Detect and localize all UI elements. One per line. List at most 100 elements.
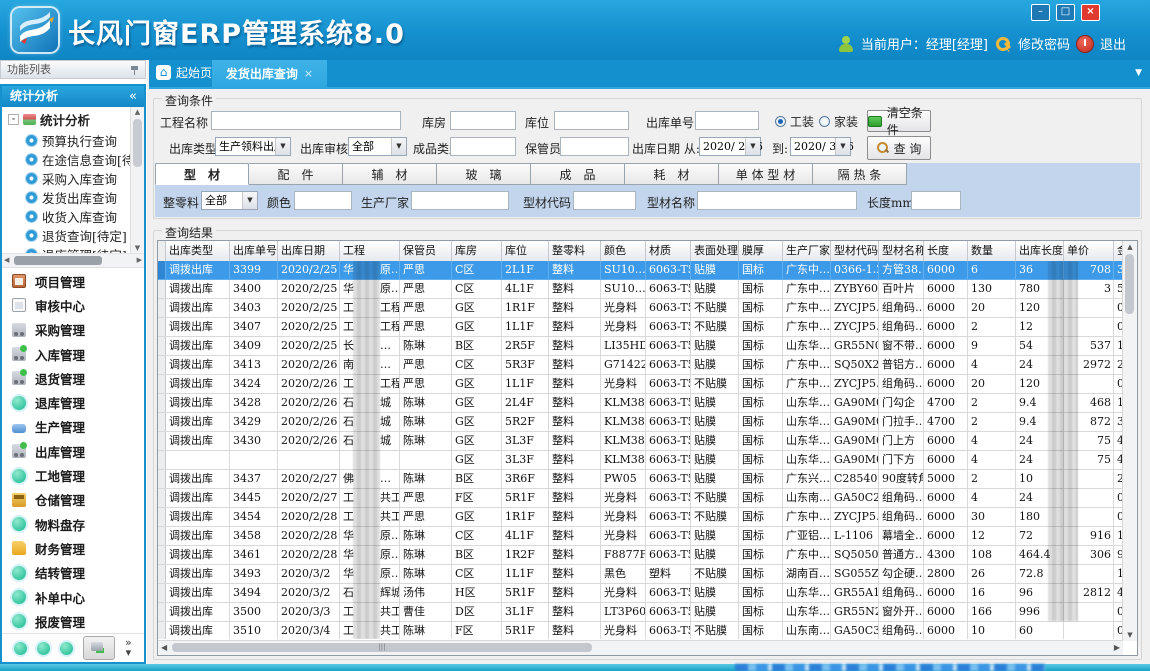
tab-home[interactable]: ⌂ 起始页 xyxy=(156,64,212,81)
column-header[interactable]: 长度 xyxy=(924,241,968,261)
chevron-down-icon[interactable]: ▼ xyxy=(745,138,760,155)
column-header[interactable]: 颜色 xyxy=(601,241,646,261)
scroll-down-icon[interactable]: ▼ xyxy=(131,244,144,252)
sidebar-group[interactable]: 报废管理 xyxy=(2,609,144,633)
tree-horizontal-scrollbar[interactable]: ◀ ▶ xyxy=(2,254,144,268)
table-row[interactable]: 调拨出库34132020/2/26南…严思C区5R3F整料G714226063-… xyxy=(158,356,1123,375)
sidebar-group[interactable]: 生产管理 xyxy=(2,415,144,439)
sidebar-group[interactable]: 项目管理 xyxy=(2,269,144,293)
tree-item[interactable]: 退库管理[待定] xyxy=(2,245,144,254)
table-row[interactable]: G区3L3F整料KLM38176063-T5贴膜国标山东华…GA90M09.门下… xyxy=(158,451,1123,470)
column-header[interactable]: 保管员 xyxy=(400,241,452,261)
sidebar-group[interactable]: 仓储管理 xyxy=(2,488,144,512)
sidebar-group[interactable]: 退货管理 xyxy=(2,366,144,390)
sidebar-group[interactable]: 结转管理 xyxy=(2,561,144,585)
scroll-left-icon[interactable]: ◀ xyxy=(4,256,9,264)
table-row[interactable]: 调拨出库34292020/2/26石城陈琳G区5R2F整料KLM38176063… xyxy=(158,413,1123,432)
table-row[interactable]: 调拨出库34942020/3/2石辉城汤伟H区5R1F整料光身料6063-T5贴… xyxy=(158,584,1123,603)
tree-item[interactable]: 收货入库查询 xyxy=(2,207,144,226)
column-header[interactable]: 型材名称 xyxy=(879,241,924,261)
table-row[interactable]: 调拨出库34542020/2/28工共工程严思G区1R1F整料光身料6063-T… xyxy=(158,508,1123,527)
scrollbar-thumb[interactable]: ||| xyxy=(172,643,592,652)
column-header[interactable]: 单价 xyxy=(1064,241,1114,261)
home-radio[interactable]: 家装 xyxy=(819,113,858,130)
maximize-button[interactable]: □ xyxy=(1056,4,1075,21)
chevron-down-icon[interactable]: ▼ xyxy=(835,138,850,155)
table-row[interactable]: 调拨出库34242020/2/26工工程严思G区1L1F整料光身料6063-T5… xyxy=(158,375,1123,394)
table-row[interactable]: 调拨出库34072020/2/25工工程严思G区1L1F整料光身料6063-T5… xyxy=(158,318,1123,337)
work-radio[interactable]: 工装 xyxy=(775,113,814,130)
material-subtab[interactable]: 成 品 xyxy=(531,163,625,185)
quick-circle-icon[interactable] xyxy=(14,642,27,655)
tree-expander-icon[interactable]: - xyxy=(8,114,19,125)
table-row[interactable]: 调拨出库35102020/3/4工共工程陈琳F区5R1F整料光身料6063-T5… xyxy=(158,622,1123,639)
material-subtab[interactable]: 单 体 型 材 xyxy=(719,163,813,185)
table-row[interactable]: 调拨出库34282020/2/26石城陈琳G区2L4F整料KLM38176063… xyxy=(158,394,1123,413)
tree-item[interactable]: 发货出库查询 xyxy=(2,188,144,207)
sidebar-group[interactable]: 审核中心 xyxy=(2,293,144,317)
quick-circle-icon[interactable] xyxy=(37,642,50,655)
close-button[interactable]: × xyxy=(1081,4,1100,21)
chevron-down-icon[interactable]: ▼ xyxy=(275,138,290,155)
grid-horizontal-scrollbar[interactable]: ◀ ||| ▶ xyxy=(158,640,1123,655)
scroll-up-icon[interactable]: ▲ xyxy=(131,108,144,116)
material-subtab[interactable]: 配 件 xyxy=(249,163,343,185)
table-row[interactable]: 调拨出库34932020/3/2华原…陈琳C区1L1F整料黑色塑料不贴膜国标湖南… xyxy=(158,565,1123,584)
column-header[interactable]: 库位 xyxy=(502,241,549,261)
tree-root-node[interactable]: - 统计分析 xyxy=(2,107,144,131)
length-input[interactable] xyxy=(911,191,961,210)
tab-shipment-query[interactable]: 发货出库查询 × xyxy=(212,60,327,87)
product-type-input[interactable] xyxy=(450,137,516,156)
quick-circle-icon[interactable] xyxy=(60,642,73,655)
cart-toolbar-button[interactable] xyxy=(83,636,115,660)
scrollbar-thumb[interactable] xyxy=(1125,254,1134,314)
date-to-picker[interactable]: 2020/ 3/16▼ xyxy=(790,137,851,156)
pin-icon[interactable] xyxy=(131,65,139,75)
material-subtab[interactable]: 玻 璃 xyxy=(437,163,531,185)
column-header[interactable]: 出库单号 xyxy=(230,241,278,261)
search-button[interactable]: 查 询 xyxy=(867,136,931,160)
clear-conditions-button[interactable]: 清空条件 xyxy=(867,110,931,132)
table-row[interactable]: 调拨出库35002020/3/3工共工程曹佳D区3L1F整料LT3P606063… xyxy=(158,603,1123,622)
out-audit-combo[interactable]: 全部▼ xyxy=(348,137,407,156)
tab-overflow-icon[interactable]: ▼ xyxy=(1135,68,1142,78)
column-header[interactable]: 生产厂家 xyxy=(783,241,831,261)
column-header[interactable]: 出库日期 xyxy=(278,241,340,261)
whole-combo[interactable]: 全部▼ xyxy=(201,191,258,210)
code-input[interactable] xyxy=(573,191,636,210)
color-input[interactable] xyxy=(294,191,352,210)
keeper-input[interactable] xyxy=(560,137,629,156)
location-input[interactable] xyxy=(554,111,629,130)
table-row[interactable]: 调拨出库34092020/2/25长…陈琳B区2R5F整料LI35HD6063-… xyxy=(158,337,1123,356)
scroll-right-icon[interactable]: ▶ xyxy=(137,256,142,264)
table-row[interactable]: 调拨出库33992020/2/25华原…严思C区2L1F整料SU10…6063-… xyxy=(158,261,1123,280)
scroll-down-icon[interactable]: ▼ xyxy=(1123,631,1137,639)
tree-item[interactable]: 退货查询[待定] xyxy=(2,226,144,245)
column-header[interactable]: 出库类型 xyxy=(166,241,230,261)
radio-selected-icon[interactable] xyxy=(775,116,786,127)
scrollbar-thumb[interactable] xyxy=(133,119,142,167)
tree-item[interactable]: 在途信息查询[待 xyxy=(2,150,144,169)
sidebar-group[interactable]: 工地管理 xyxy=(2,463,144,487)
table-row[interactable]: 调拨出库34302020/2/26石城陈琳G区3L3F整料KLM38176063… xyxy=(158,432,1123,451)
tab-close-icon[interactable]: × xyxy=(304,67,313,80)
chevron-down-icon[interactable]: ▼ xyxy=(391,138,406,155)
column-header[interactable]: 库房 xyxy=(452,241,502,261)
table-row[interactable]: 调拨出库34612020/2/28华原…陈琳B区1R2F整料F8877FT606… xyxy=(158,546,1123,565)
date-from-picker[interactable]: 2020/ 2/16▼ xyxy=(699,137,761,156)
tree-item[interactable]: 采购入库查询 xyxy=(2,169,144,188)
sidebar-group[interactable]: 物料盘存 xyxy=(2,512,144,536)
project-name-input[interactable] xyxy=(211,111,401,130)
column-header[interactable]: 整零料 xyxy=(549,241,601,261)
warehouse-input[interactable] xyxy=(450,111,516,130)
scroll-right-icon[interactable]: ▶ xyxy=(1114,643,1120,652)
column-header[interactable]: 数量 xyxy=(968,241,1016,261)
chevron-down-icon[interactable]: ▼ xyxy=(242,192,257,209)
material-subtab[interactable]: 型 材 xyxy=(155,163,249,185)
table-row[interactable]: 调拨出库34372020/2/27佛…陈琳B区3R6F整料PW056063-T5… xyxy=(158,470,1123,489)
sidebar-group[interactable]: 采购管理 xyxy=(2,318,144,342)
minimize-button[interactable]: – xyxy=(1031,4,1050,21)
sidebar-group[interactable]: 财务管理 xyxy=(2,536,144,560)
tree-item[interactable]: 预算执行查询 xyxy=(2,131,144,150)
more-chevron-icon[interactable]: »▾ xyxy=(125,638,132,658)
